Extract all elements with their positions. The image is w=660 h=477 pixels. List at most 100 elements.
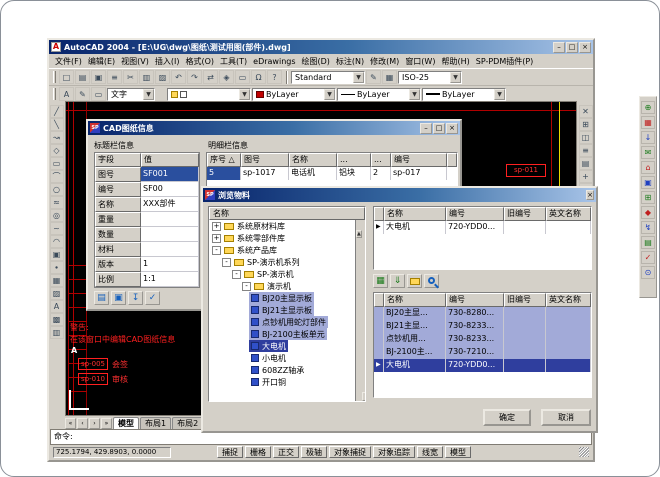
- draw-tool-icon[interactable]: ⌒: [50, 170, 64, 183]
- table-row[interactable]: 名称XXX部件: [95, 197, 199, 212]
- toolbar-icon[interactable]: ▦: [382, 70, 397, 84]
- table-row[interactable]: 材料: [95, 242, 199, 257]
- tree-item[interactable]: BJ21主显示板: [209, 304, 365, 316]
- table-row[interactable]: BJ21主显... 730-8233...: [374, 320, 591, 333]
- draw-tool-icon[interactable]: ◠: [50, 235, 64, 248]
- draw-tool-icon[interactable]: ▣: [50, 248, 64, 261]
- lineweight-combo[interactable]: ByLayer ▼: [422, 88, 506, 101]
- draw-tool-icon[interactable]: ╲: [50, 118, 64, 131]
- toolbar-icon[interactable]: ▨: [155, 70, 170, 84]
- collapse-icon[interactable]: -: [222, 258, 231, 267]
- linetype-combo[interactable]: ByLayer ▼: [337, 88, 421, 101]
- modify-tool-icon[interactable]: +: [579, 170, 593, 183]
- text-style-combo[interactable]: Standard ▼: [291, 71, 365, 84]
- add-down-icon[interactable]: ⇓: [390, 274, 405, 288]
- tree-item[interactable]: +系统原材料库: [209, 220, 365, 232]
- color-combo[interactable]: ByLayer ▼: [252, 88, 336, 101]
- draw-tool-icon[interactable]: ○: [50, 183, 64, 196]
- tree-header[interactable]: 名称: [209, 207, 365, 220]
- search-icon[interactable]: [424, 274, 439, 288]
- tab-next-button[interactable]: ›: [89, 418, 100, 429]
- close-button[interactable]: ×: [446, 123, 458, 134]
- status-toggle-button[interactable]: 对象追踪: [373, 446, 415, 458]
- chevron-down-icon[interactable]: ▼: [239, 89, 250, 100]
- toolbar-icon[interactable]: ✎: [75, 87, 90, 101]
- plugin-tool-icon[interactable]: ▦: [641, 116, 655, 129]
- draw-tool-icon[interactable]: ▦: [50, 274, 64, 287]
- menu-item[interactable]: 帮助(H): [438, 56, 472, 67]
- draw-tool-icon[interactable]: ▭: [50, 157, 64, 170]
- table-row[interactable]: 比例1:1: [95, 272, 199, 287]
- collapse-icon[interactable]: -: [242, 282, 251, 291]
- plugin-tool-icon[interactable]: ▤: [641, 236, 655, 249]
- folder-open-icon[interactable]: [407, 274, 422, 288]
- status-toggle-button[interactable]: 栅格: [245, 446, 271, 458]
- plugin-tool-icon[interactable]: ◆: [641, 206, 655, 219]
- status-toggle-button[interactable]: 捕捉: [217, 446, 243, 458]
- table-row[interactable]: 图号SF001: [95, 167, 199, 182]
- tab-prev-button[interactable]: ‹: [77, 418, 88, 429]
- dialog-tool-icon[interactable]: ✓: [145, 291, 160, 305]
- expand-icon[interactable]: +: [212, 222, 221, 231]
- status-toggle-button[interactable]: 极轴: [301, 446, 327, 458]
- toolbar-icon[interactable]: Ω: [251, 70, 266, 84]
- draw-tool-icon[interactable]: ~: [50, 222, 64, 235]
- menu-item[interactable]: eDrawings: [250, 57, 298, 66]
- draw-tool-icon[interactable]: ◎: [50, 209, 64, 222]
- table-row-selected[interactable]: ▶ 大电机 720-YDD0...: [374, 359, 591, 372]
- modify-tool-icon[interactable]: ⊞: [579, 118, 593, 131]
- toolbar-icon[interactable]: ▥: [139, 70, 154, 84]
- collapse-icon[interactable]: -: [232, 270, 241, 279]
- menu-item[interactable]: 文件(F): [52, 56, 85, 67]
- close-button[interactable]: ×: [579, 42, 591, 53]
- chevron-down-icon[interactable]: ▼: [353, 72, 364, 83]
- tab-layout1[interactable]: 布局1: [140, 417, 171, 429]
- draw-tool-icon[interactable]: ╱: [50, 105, 64, 118]
- dialog-tool-icon[interactable]: ▣: [111, 291, 126, 305]
- tree-item[interactable]: 开口铜: [209, 376, 365, 388]
- grid-view-icon[interactable]: ▦: [373, 274, 388, 288]
- menu-item[interactable]: 工具(T): [217, 56, 250, 67]
- plugin-tool-icon[interactable]: ⊙: [641, 266, 655, 279]
- menu-item[interactable]: 修改(M): [367, 56, 402, 67]
- toolbar-icon[interactable]: ▭: [235, 70, 250, 84]
- draw-tool-icon[interactable]: ▨: [50, 287, 64, 300]
- plugin-tool-icon[interactable]: ⊞: [641, 191, 655, 204]
- status-toggle-button[interactable]: 对象捕捉: [329, 446, 371, 458]
- tree-item[interactable]: BJ-2100主板单元: [209, 328, 365, 340]
- status-toggle-button[interactable]: 线宽: [417, 446, 443, 458]
- ok-button[interactable]: 确定: [483, 409, 531, 426]
- plugin-tool-icon[interactable]: ↯: [641, 221, 655, 234]
- toolbar-icon[interactable]: ≡: [107, 70, 122, 84]
- toolbar-icon[interactable]: ▣: [91, 70, 106, 84]
- dialog-tool-icon[interactable]: ▤: [94, 291, 109, 305]
- menu-item[interactable]: 插入(I): [152, 56, 183, 67]
- status-toggle-button[interactable]: 正交: [273, 446, 299, 458]
- draw-tool-icon[interactable]: ↝: [50, 131, 64, 144]
- text-toolbar-combo[interactable]: 文字 ▼: [107, 88, 155, 101]
- modify-tool-icon[interactable]: ✕: [579, 105, 593, 118]
- toolbar-grip[interactable]: [53, 71, 56, 83]
- maximize-button[interactable]: □: [566, 42, 578, 53]
- menu-item[interactable]: 窗口(W): [402, 56, 438, 67]
- plugin-tool-icon[interactable]: ⊕: [641, 101, 655, 114]
- dimstyle-combo[interactable]: ISO-25 ▼: [398, 71, 462, 84]
- plugin-tool-icon[interactable]: ✓: [641, 251, 655, 264]
- toolbar-icon[interactable]: ▤: [75, 70, 90, 84]
- tree-item[interactable]: -演示机: [209, 280, 365, 292]
- tab-first-button[interactable]: «: [65, 418, 76, 429]
- dialog-title-bar[interactable]: SP CAD图纸信息 – □ ×: [88, 121, 460, 135]
- menu-item[interactable]: 视图(V): [118, 56, 152, 67]
- layer-combo[interactable]: ▼: [167, 88, 251, 101]
- coordinates-display[interactable]: 725.1794, 429.8903, 0.0000: [53, 447, 171, 458]
- table-row[interactable]: 点钞机用... 730-8233...: [374, 333, 591, 346]
- tree-item[interactable]: 小电机: [209, 352, 365, 364]
- toolbar-icon[interactable]: □: [59, 70, 74, 84]
- table-row[interactable]: BJ20主显... 730-8280...: [374, 307, 591, 320]
- dialog-tool-icon[interactable]: ↧: [128, 291, 143, 305]
- table-row[interactable]: BJ-2100主... 730-7210...: [374, 346, 591, 359]
- draw-tool-icon[interactable]: A: [50, 300, 64, 313]
- toolbar-icon[interactable]: ✎: [366, 70, 381, 84]
- draw-tool-icon[interactable]: ▩: [50, 313, 64, 326]
- tree-item[interactable]: -系统产品库: [209, 244, 365, 256]
